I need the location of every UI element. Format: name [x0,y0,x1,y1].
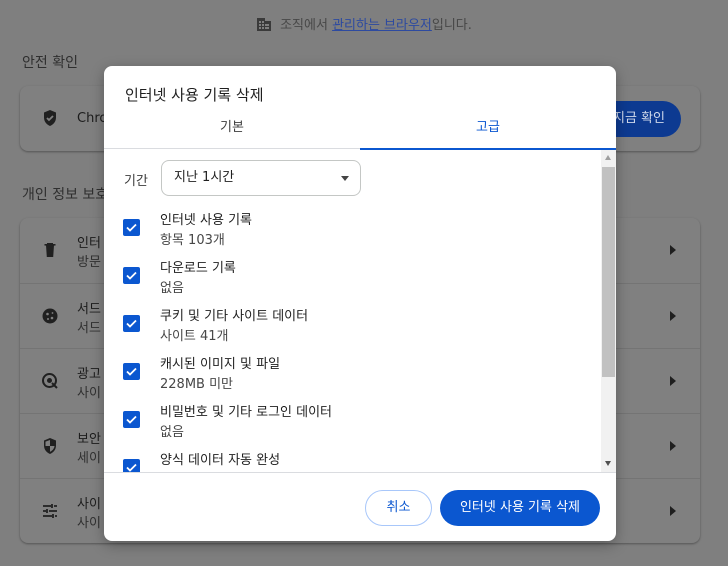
check-icon [126,367,137,376]
item-detail: 사이트 41개 [160,329,229,344]
privacy-section-title: 개인 정보 보호 [22,187,109,203]
privacy-row-title: 보안 [77,432,101,447]
checkbox[interactable] [123,459,140,472]
safety-shield-icon [40,108,60,128]
time-range-value: 지난 1시간 [174,170,235,185]
managed-browser-link[interactable]: 관리하는 브라우저 [332,18,432,33]
privacy-row-subtitle: 서드 [77,321,101,336]
clear-browsing-data-dialog: 인터넷 사용 기록 삭제 기본 고급 기간 지난 1시간 인터넷 사용 기록 항… [104,66,616,541]
time-range-label: 기간 [124,174,148,189]
dialog-title: 인터넷 사용 기록 삭제 [125,86,264,104]
check-icon [126,463,137,472]
list-item: 양식 데이터 자동 완성 [104,449,601,472]
item-label: 다운로드 기록 [160,261,236,276]
scroll-up-arrow-icon[interactable] [605,155,611,160]
arrow-right-icon [670,376,676,386]
check-icon [126,271,137,280]
item-label: 캐시된 이미지 및 파일 [160,357,281,372]
trash-icon [40,240,60,260]
dialog-tabs: 기본 고급 [104,108,616,150]
list-item: 비밀번호 및 기타 로그인 데이터 없음 [104,401,601,449]
time-range-select[interactable]: 지난 1시간 [161,160,361,196]
tune-icon [40,501,60,521]
arrow-right-icon [670,311,676,321]
item-label: 비밀번호 및 기타 로그인 데이터 [160,405,333,420]
privacy-row-title: 인터 [77,236,101,251]
dialog-footer: 취소 인터넷 사용 기록 삭제 [104,472,616,541]
item-detail: 없음 [160,281,184,296]
scrollbar-thumb[interactable] [602,167,615,377]
chevron-down-icon [341,176,349,181]
list-item: 쿠키 및 기타 사이트 데이터 사이트 41개 [104,305,601,353]
check-icon [126,319,137,328]
privacy-row-subtitle: 사이 [77,516,101,531]
checkbox[interactable] [123,363,140,380]
clear-data-button[interactable]: 인터넷 사용 기록 삭제 [440,490,600,526]
list-item: 다운로드 기록 없음 [104,257,601,305]
item-label: 인터넷 사용 기록 [160,213,252,228]
tab-advanced[interactable]: 고급 [360,108,616,150]
privacy-row-subtitle: 세이 [77,451,101,466]
checkbox[interactable] [123,267,140,284]
item-detail: 228MB 미만 [160,377,234,392]
privacy-row-title: 서드 [77,302,101,317]
building-icon [256,16,272,36]
item-detail: 없음 [160,425,184,440]
list-item: 캐시된 이미지 및 파일 228MB 미만 [104,353,601,401]
item-label: 쿠키 및 기타 사이트 데이터 [160,309,309,324]
cookie-icon [40,306,60,326]
banner-suffix: 입니다. [431,18,472,33]
privacy-row-title: 광고 [77,367,101,382]
checkbox[interactable] [123,411,140,428]
security-shield-icon [40,436,60,456]
arrow-right-icon [670,245,676,255]
item-detail: 항목 103개 [160,233,225,248]
safety-check-title: 안전 확인 [22,55,78,71]
banner-prefix: 조직에서 [280,18,333,33]
cancel-button[interactable]: 취소 [365,490,432,526]
tab-basic[interactable]: 기본 [104,108,360,149]
scrollbar[interactable] [601,150,616,472]
safety-check-text: Chro [77,111,108,126]
privacy-row-subtitle: 방문 [77,255,101,270]
check-icon [126,415,137,424]
privacy-row-title: 사이 [77,497,101,512]
checkbox[interactable] [123,315,140,332]
checkbox[interactable] [123,219,140,236]
arrow-right-icon [670,506,676,516]
ad-privacy-icon [40,371,60,391]
check-icon [126,223,137,232]
arrow-right-icon [670,441,676,451]
list-item: 인터넷 사용 기록 항목 103개 [104,209,601,257]
managed-browser-banner: 조직에서 관리하는 브라우저입니다. [0,14,728,36]
scroll-down-arrow-icon[interactable] [605,461,611,466]
privacy-row-subtitle: 사이 [77,386,101,401]
dialog-content: 기간 지난 1시간 인터넷 사용 기록 항목 103개 다운로드 기록 없음 쿠… [104,150,601,472]
item-label: 양식 데이터 자동 완성 [160,453,281,468]
